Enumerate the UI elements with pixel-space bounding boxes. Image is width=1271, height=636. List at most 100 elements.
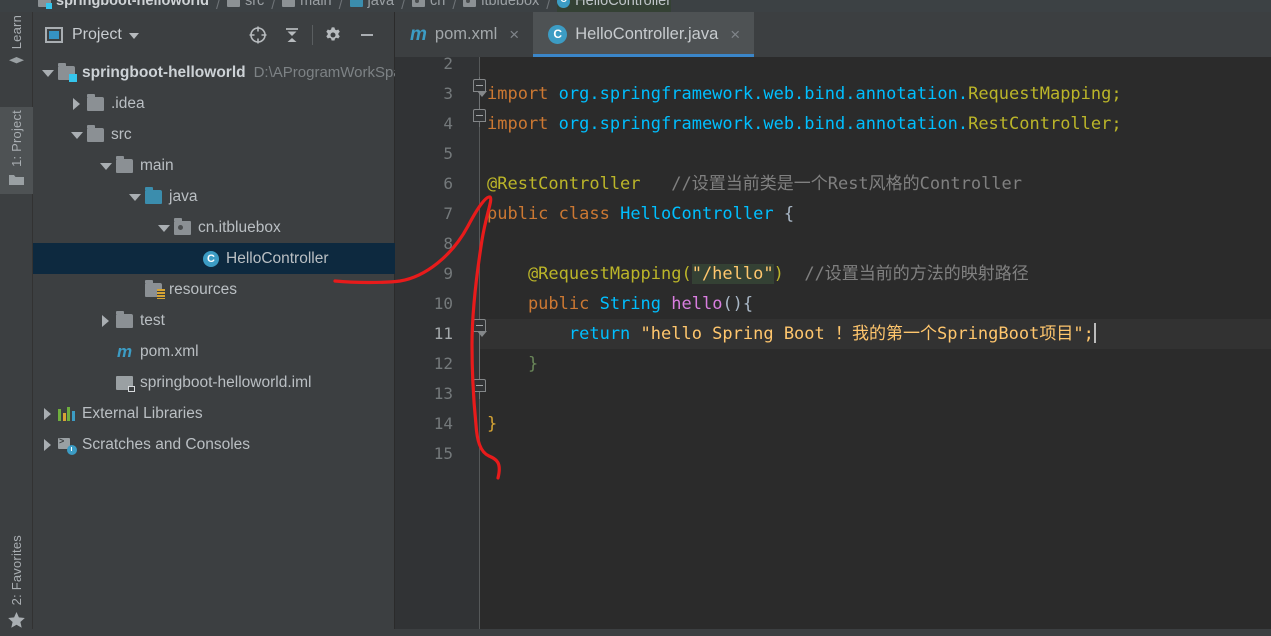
code-token: . [957, 114, 969, 134]
tree-row[interactable]: .idea [33, 88, 395, 119]
hide-icon[interactable] [350, 18, 384, 52]
line-number: 5 [443, 144, 453, 163]
code-editor[interactable]: 2 3 import org.springframework.web.bind.an… [395, 57, 1271, 629]
module-folder-icon [58, 62, 77, 82]
project-tree[interactable]: springboot-helloworld D:\AProgramWorkSpac… [33, 57, 395, 629]
editor-tab-bar: m pom.xml × C HelloController.java × [395, 12, 1271, 57]
tree-arrow-placeholder [186, 252, 199, 265]
scratches-icon [58, 436, 77, 455]
folder-icon [116, 310, 133, 328]
breadcrumb-item-main[interactable]: main [282, 0, 332, 12]
tree-row-label: main [140, 156, 174, 174]
breadcrumb: springboot-helloworld / src / main / java / cn / i… [0, 0, 1271, 12]
fold-marker-method-end[interactable] [473, 379, 487, 393]
module-folder-icon [38, 0, 52, 9]
tree-row-label: java [169, 187, 198, 205]
breadcrumb-item-cn[interactable]: cn [412, 0, 445, 12]
locate-icon[interactable] [241, 18, 275, 52]
code-token: HelloController [620, 204, 774, 224]
chevron-right-icon[interactable] [41, 407, 54, 420]
breadcrumb-item-src[interactable]: src [226, 0, 265, 12]
code-line: } [487, 349, 538, 379]
breadcrumb-item-java[interactable]: java [349, 0, 395, 12]
code-line: } [487, 409, 497, 439]
code-token: . [957, 84, 969, 104]
package-icon [174, 217, 191, 235]
breadcrumb-item-springboot-helloworld[interactable]: springboot-helloworld [38, 0, 209, 12]
chevron-right-icon[interactable] [70, 97, 83, 110]
breadcrumb-item-label: java [367, 0, 395, 9]
code-line: import org.springframework.web.bind.anno… [487, 79, 1122, 109]
tree-row[interactable]: main [33, 150, 395, 181]
tool-button-favorites[interactable]: 2: Favorites [0, 532, 33, 636]
code-token: } [487, 354, 539, 374]
code-token: public [487, 204, 559, 224]
breadcrumb-item-label: HelloController [575, 0, 672, 9]
chevron-down-icon[interactable] [70, 128, 83, 141]
gear-icon[interactable] [316, 18, 350, 52]
code-token: "hello Spring Boot ！我的第一个SpringBoot项目" [640, 324, 1084, 344]
chevron-right-icon[interactable] [41, 438, 54, 451]
line-number: 15 [433, 444, 453, 463]
chevron-down-icon[interactable] [128, 33, 139, 39]
project-panel-toolbar [241, 18, 384, 52]
chevron-down-icon[interactable] [41, 66, 54, 79]
tree-row-label: springboot-helloworld [82, 63, 246, 81]
editor-tab-label: HelloController.java [575, 25, 719, 43]
editor-tab-pom-xml[interactable]: m pom.xml × [395, 12, 533, 57]
graduation-cap-icon [8, 55, 25, 75]
line-number: 12 [433, 354, 453, 373]
code-token: ; [1083, 324, 1094, 344]
code-token: ; [1111, 114, 1122, 134]
code-token: org.springframework.web.bind.annotation [558, 84, 958, 104]
line-number: 2 [443, 57, 453, 73]
folder-icon [116, 155, 133, 173]
fold-marker-method[interactable] [473, 319, 487, 337]
code-line: @RequestMapping("/hello") //设置当前的方法的映射路径 [487, 259, 1029, 289]
line-number: 9 [443, 264, 453, 283]
editor-tab-hellocontroller-java[interactable]: C HelloController.java × [533, 12, 755, 57]
breadcrumb-item-label: src [244, 0, 265, 9]
tool-button-project[interactable]: 1: Project [0, 107, 33, 194]
tree-row-label: cn.itbluebox [198, 218, 281, 236]
tree-row-selected[interactable]: C HelloController [33, 243, 395, 274]
tree-row[interactable]: cn.itbluebox [33, 212, 395, 243]
chevron-down-icon[interactable] [128, 190, 141, 203]
code-token: org.springframework.web.bind.annotation [558, 114, 958, 134]
intellij-window: springboot-helloworld / src / main / java / cn / i… [0, 0, 1271, 629]
tool-button-learn[interactable]: Learn [0, 12, 33, 77]
code-line: public class HelloController { [487, 199, 794, 229]
project-panel-header: Project [33, 12, 394, 57]
library-icon [58, 406, 75, 421]
code-line: @RestController //设置当前类是一个Rest风格的Control… [487, 169, 1022, 199]
code-token: RequestMapping [968, 84, 1112, 104]
chevron-right-icon[interactable] [99, 314, 112, 327]
class-icon: C [557, 0, 571, 8]
tree-row[interactable]: src [33, 119, 395, 150]
breadcrumb-item-itbluebox[interactable]: itbluebox [463, 0, 539, 12]
breadcrumb-separator: / [271, 0, 276, 12]
close-icon[interactable]: × [509, 26, 519, 43]
tree-row[interactable]: springboot-helloworld.iml [33, 367, 395, 398]
close-icon[interactable]: × [730, 26, 740, 43]
tool-button-project-label: 1: Project [9, 110, 24, 167]
collapse-all-icon[interactable] [275, 18, 309, 52]
code-token: (){ [722, 294, 754, 314]
tree-row[interactable]: java [33, 181, 395, 212]
fold-marker-imports-end[interactable] [473, 109, 487, 123]
tree-row[interactable]: m pom.xml [33, 336, 395, 367]
folder-icon [87, 124, 104, 142]
tree-row[interactable]: Scratches and Consoles [33, 429, 395, 460]
tree-row[interactable]: springboot-helloworld D:\AProgramWorkSpac… [33, 57, 395, 88]
code-token: class [558, 204, 621, 224]
tree-row[interactable]: External Libraries [33, 398, 395, 429]
class-icon: C [548, 25, 568, 44]
folder-icon [8, 173, 25, 192]
fold-marker-imports[interactable] [473, 79, 487, 97]
line-number: 4 [443, 114, 453, 133]
chevron-down-icon[interactable] [99, 159, 112, 172]
tree-row[interactable]: resources [33, 274, 395, 305]
tree-row[interactable]: test [33, 305, 395, 336]
chevron-down-icon[interactable] [157, 221, 170, 234]
breadcrumb-item-hellocontroller[interactable]: C HelloController [557, 0, 672, 12]
